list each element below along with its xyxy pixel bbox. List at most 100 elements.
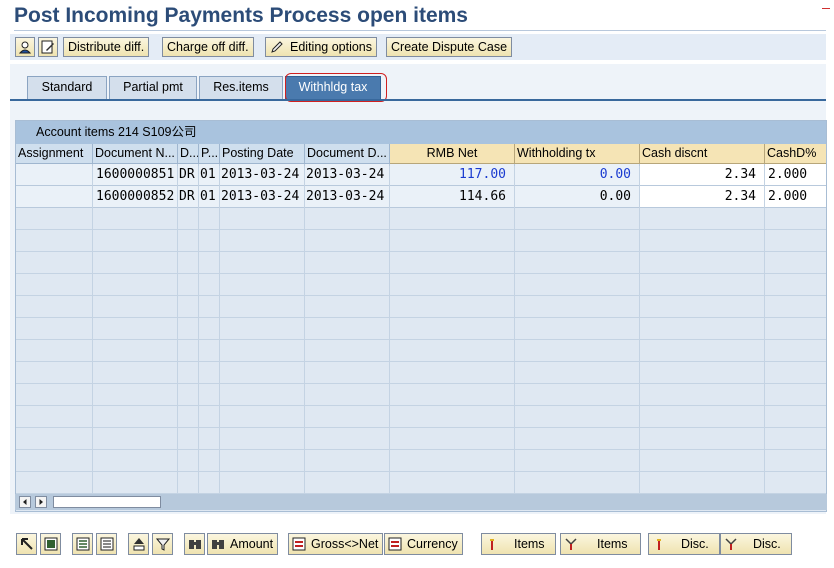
application-toolbar: Distribute diff. Charge off diff. Editin… <box>10 34 826 60</box>
tab-standard[interactable]: Standard <box>27 76 107 99</box>
disc-button-2[interactable]: Disc. <box>720 533 792 555</box>
page-title: Post Incoming Payments Process open item… <box>14 4 468 27</box>
cell-cash-discount-input[interactable]: 2.34 <box>640 186 765 208</box>
disc-label-1: Disc. <box>681 537 709 551</box>
currency-button[interactable]: Currency <box>384 533 463 555</box>
cell-d[interactable]: DR <box>178 164 199 186</box>
corner-mark <box>822 8 830 9</box>
grid-toolbar: Amount Gross<>Net Currency Items Items D… <box>10 533 826 559</box>
items-label-1: Items <box>514 537 545 551</box>
cell-assignment[interactable] <box>16 164 93 186</box>
column-header-posting-date[interactable]: Posting Date <box>220 144 305 164</box>
cell-rmb-net[interactable]: 117.00 <box>390 164 515 186</box>
block-select-icon <box>76 537 90 551</box>
sort-button[interactable] <box>128 533 149 555</box>
deselect-all-button[interactable] <box>96 533 117 555</box>
pencil-icon <box>271 41 283 53</box>
cell-posting-date[interactable]: 2013-03-24 <box>220 164 305 186</box>
empty-row <box>16 318 826 340</box>
cell-assignment[interactable] <box>16 186 93 208</box>
details-button[interactable] <box>16 533 37 555</box>
select-all-button[interactable] <box>40 533 61 555</box>
open-items-grid: Account items 214 S109公司 Assignment Docu… <box>15 120 827 512</box>
empty-row <box>16 230 826 252</box>
title-bar: Post Incoming Payments Process open item… <box>0 0 834 31</box>
amount-label: Amount <box>230 537 274 551</box>
scroll-right-button[interactable] <box>35 496 47 508</box>
table-select-icon <box>44 537 58 551</box>
empty-row <box>16 340 826 362</box>
horizontal-scrollbar[interactable] <box>15 494 827 510</box>
empty-row <box>16 472 826 494</box>
cell-document-number[interactable]: 1600000852 <box>93 186 178 208</box>
cell-d[interactable]: DR <box>178 186 199 208</box>
cell-document-date[interactable]: 2013-03-24 <box>305 186 390 208</box>
gross-net-button[interactable]: Gross<>Net <box>288 533 384 555</box>
person-button[interactable] <box>15 37 35 57</box>
cell-rmb-net[interactable]: 114.66 <box>390 186 515 208</box>
editing-options-button[interactable]: Editing options <box>265 37 378 57</box>
cell-posting-date[interactable]: 2013-03-24 <box>220 186 305 208</box>
column-header-withholding-tax[interactable]: Withholding tx <box>515 144 640 164</box>
items-button-2[interactable]: Items <box>560 533 641 555</box>
column-header-document-date[interactable]: Document D... <box>305 144 390 164</box>
column-header-assignment[interactable]: Assignment <box>16 144 93 164</box>
cell-p[interactable]: 01 <box>199 164 220 186</box>
currency-icon <box>388 537 402 551</box>
tab-res-items[interactable]: Res.items <box>199 76 283 99</box>
deselect-icon <box>100 537 114 551</box>
edit-document-button[interactable] <box>38 37 58 57</box>
items-button-1[interactable]: Items <box>481 533 556 555</box>
cell-withholding-tax[interactable]: 0.00 <box>515 186 640 208</box>
gross-net-icon <box>292 537 306 551</box>
cell-cashd-pct-input[interactable]: 2.000 <box>765 186 826 208</box>
column-header-document-number[interactable]: Document N... <box>93 144 178 164</box>
scroll-thumb[interactable] <box>53 496 161 508</box>
cell-cashd-pct-input[interactable]: 2.000 <box>765 164 826 186</box>
empty-row <box>16 450 826 472</box>
item-marker-icon <box>490 539 494 550</box>
column-divider <box>304 166 305 496</box>
editing-options-label: Editing options <box>290 40 373 54</box>
column-divider <box>514 166 515 496</box>
column-header-p[interactable]: P... <box>199 144 220 164</box>
discount-fork-icon <box>725 538 737 550</box>
currency-label: Currency <box>407 537 458 551</box>
filter-button[interactable] <box>152 533 173 555</box>
empty-row <box>16 252 826 274</box>
item-fork-icon <box>565 538 577 550</box>
sort-icon <box>133 538 145 551</box>
column-header-d[interactable]: D... <box>178 144 199 164</box>
tab-partial-pmt[interactable]: Partial pmt <box>109 76 197 99</box>
tab-withhldg-tax[interactable]: Withhldg tax <box>285 76 381 99</box>
empty-row <box>16 208 826 230</box>
empty-row <box>16 384 826 406</box>
cell-p[interactable]: 01 <box>199 186 220 208</box>
distribute-diff-button[interactable]: Distribute diff. <box>63 37 150 57</box>
column-divider <box>177 166 178 496</box>
column-divider <box>389 166 390 496</box>
select-block-button[interactable] <box>72 533 93 555</box>
charge-off-diff-button[interactable]: Charge off diff. <box>162 37 254 57</box>
cell-document-date[interactable]: 2013-03-24 <box>305 164 390 186</box>
disc-button-1[interactable]: Disc. <box>648 533 720 555</box>
column-divider <box>639 166 640 496</box>
find-button[interactable] <box>184 533 205 555</box>
cell-cash-discount-input[interactable]: 2.34 <box>640 164 765 186</box>
column-divider <box>219 166 220 496</box>
binoculars-icon <box>189 540 201 549</box>
empty-row <box>16 274 826 296</box>
title-divider <box>14 30 826 31</box>
magnifier-select-icon <box>21 538 33 550</box>
column-header-cash-discount[interactable]: Cash discnt <box>640 144 765 164</box>
scroll-left-button[interactable] <box>19 496 31 508</box>
filter-icon <box>156 538 170 551</box>
cell-document-number[interactable]: 1600000851 <box>93 164 178 186</box>
column-divider <box>92 166 93 496</box>
column-divider <box>764 166 765 496</box>
cell-withholding-tax[interactable]: 0.00 <box>515 164 640 186</box>
create-dispute-case-button[interactable]: Create Dispute Case <box>386 37 513 57</box>
column-header-cashd-pct[interactable]: CashD% <box>765 144 826 164</box>
amount-button[interactable]: Amount <box>207 533 279 555</box>
column-header-rmb-net[interactable]: RMB Net <box>390 144 515 164</box>
